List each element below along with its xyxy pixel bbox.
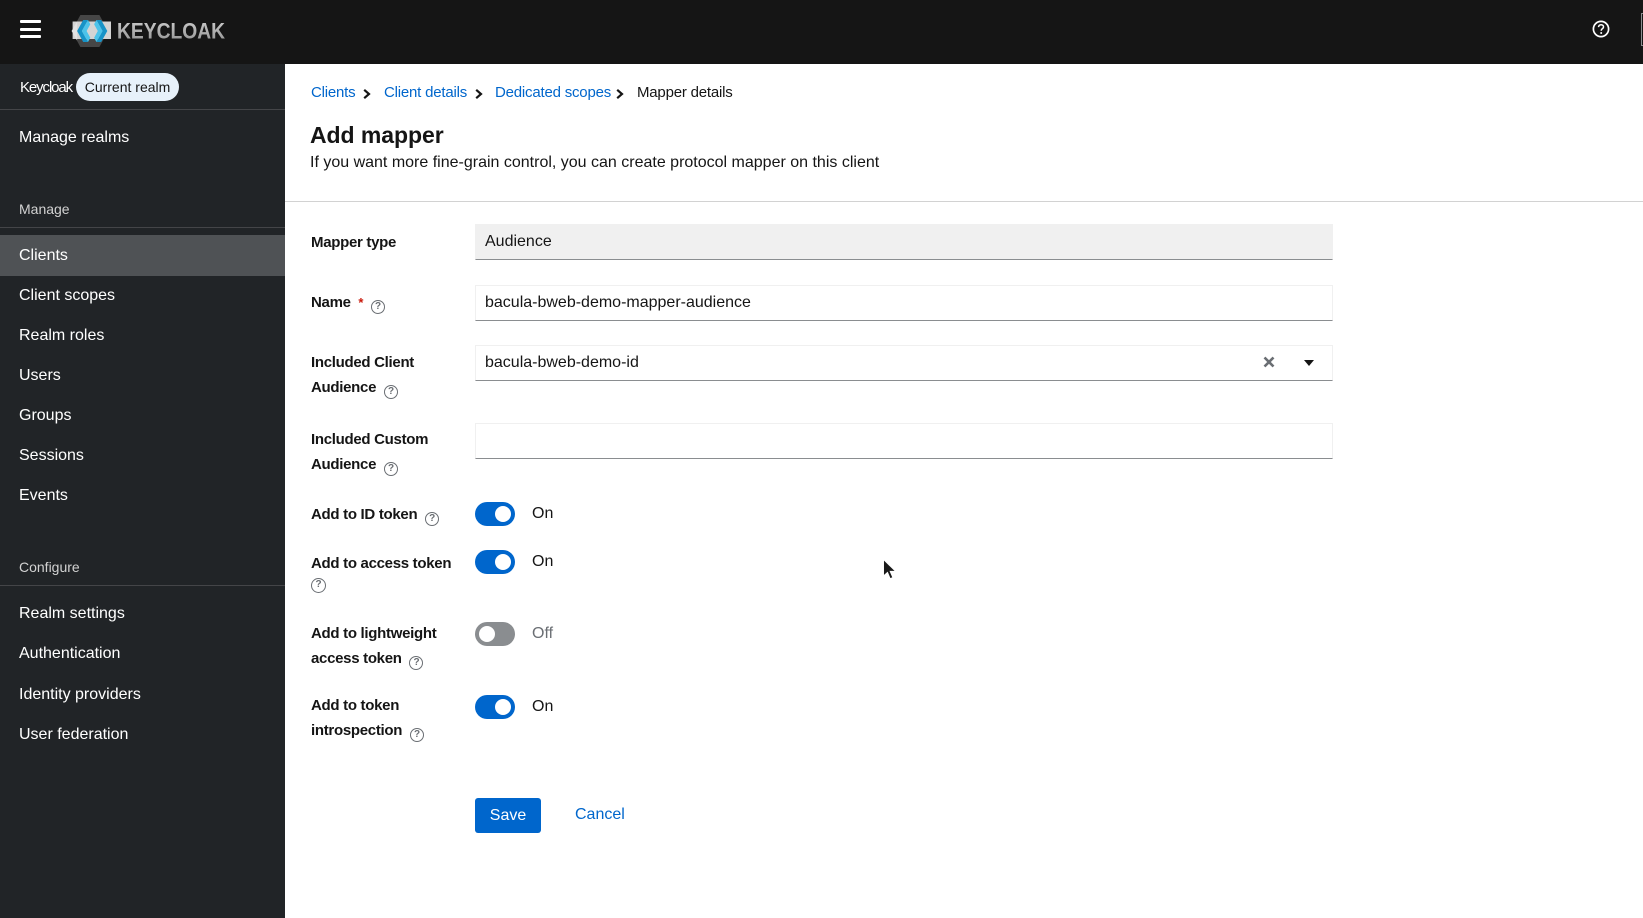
svg-text:KEYCLOAK: KEYCLOAK	[117, 19, 225, 44]
